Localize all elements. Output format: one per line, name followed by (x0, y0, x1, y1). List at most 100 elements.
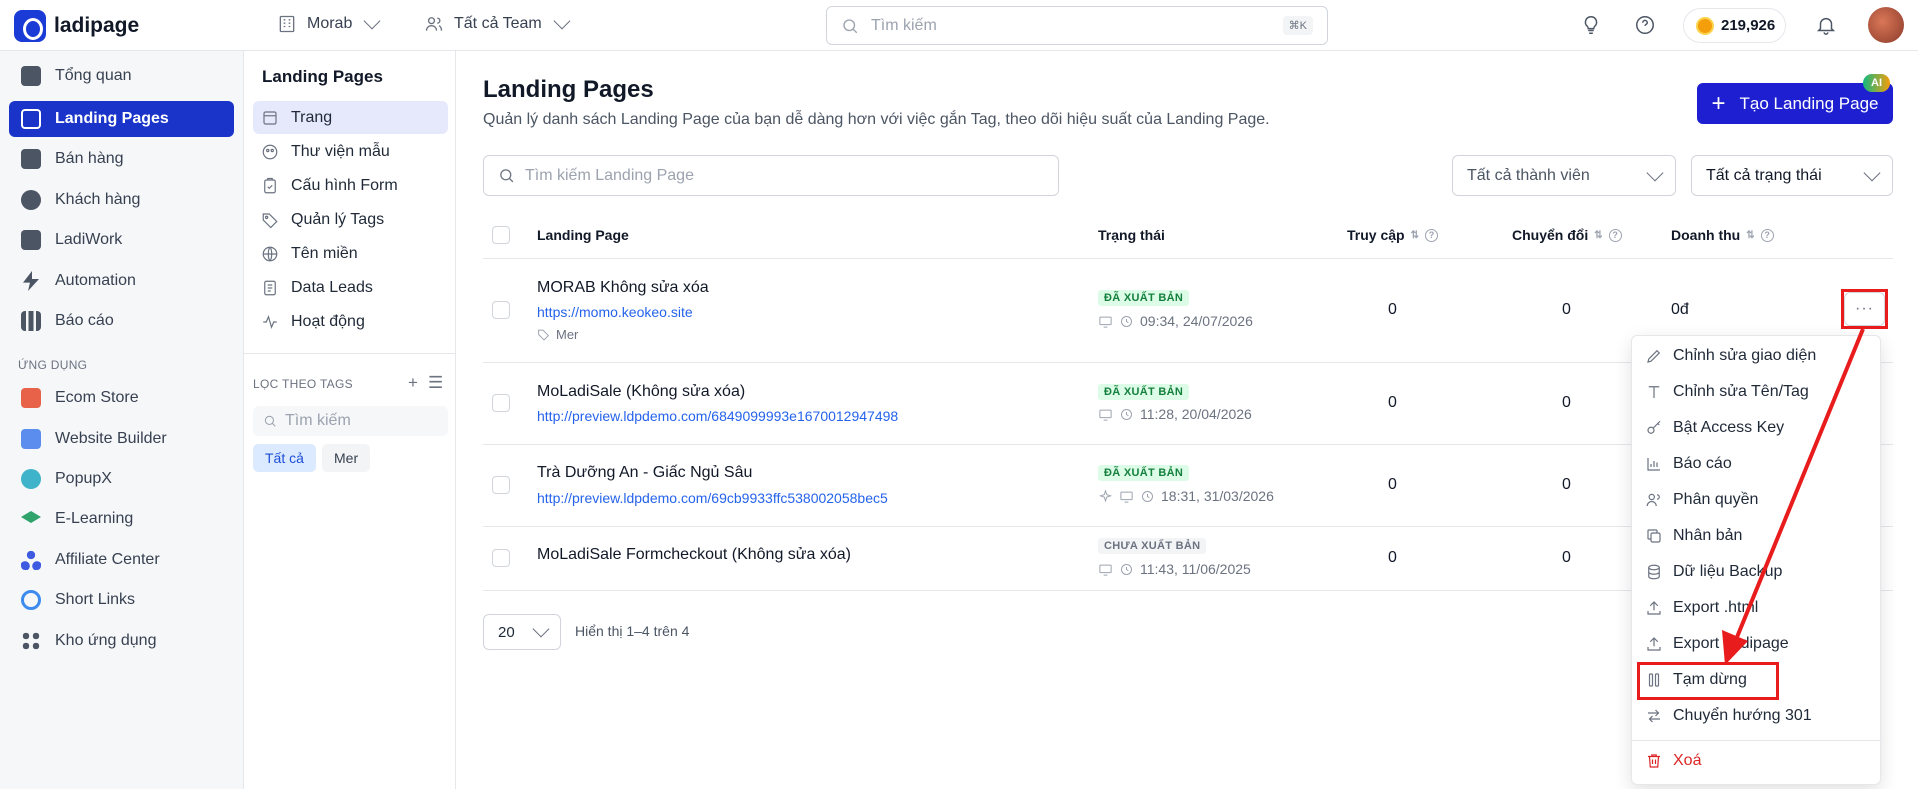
page-description: Quản lý danh sách Landing Page của bạn d… (483, 111, 1270, 128)
logo[interactable]: ladipage (14, 10, 139, 42)
sidebar-item-automation[interactable]: Automation (9, 263, 234, 299)
help-button[interactable] (1634, 14, 1656, 36)
landing-page-url[interactable]: http://preview.ldpdemo.com/6849099993e16… (537, 408, 898, 424)
sidebar-item-reports[interactable]: Báo cáo (9, 303, 234, 339)
clock-icon (1121, 408, 1132, 420)
database-icon (1648, 564, 1660, 580)
clock-icon (1121, 315, 1132, 327)
sidebar-item-label: Landing Pages (55, 110, 169, 127)
subnav-divider (244, 353, 456, 354)
status-filter-select[interactable]: Tất cả trạng thái (1691, 155, 1893, 196)
subnav-item-templates[interactable]: Thư viện mẫu (253, 135, 448, 168)
activity-icon (263, 314, 277, 329)
create-landing-page-button[interactable]: + Tạo Landing Page (1697, 83, 1893, 124)
sidebar-app-website-builder[interactable]: Website Builder (9, 421, 234, 457)
sidebar-item-overview[interactable]: Tổng quan (9, 58, 234, 94)
page-size-select[interactable]: 20 (483, 614, 561, 650)
sidebar-item-label: Website Builder (55, 430, 167, 447)
tag-chip-mer[interactable]: Mer (322, 444, 371, 472)
row-actions-menu: Chỉnh sửa giao diện Chỉnh sửa Tên/Tag Bậ… (1631, 335, 1882, 785)
menu-item-report[interactable]: Báo cáo (1645, 455, 1732, 473)
sidebar-app-affiliate-center[interactable]: Affiliate Center (9, 542, 234, 578)
chevron-down-icon (1646, 164, 1664, 181)
desktop-icon (1099, 316, 1112, 328)
sidebar-item-ladiwork[interactable]: LadiWork (9, 222, 234, 258)
sidebar-app-short-links[interactable]: Short Links (9, 582, 234, 618)
apps-section-label: ỨNG DỤNG (18, 358, 88, 372)
select-all-checkbox[interactable] (492, 226, 510, 244)
tag-chip-all[interactable]: Tất cả (253, 444, 316, 472)
subnav-item-data-leads[interactable]: Data Leads (253, 271, 448, 304)
subnav-item-tags[interactable]: Quản lý Tags (253, 203, 448, 236)
landing-page-name[interactable]: Trà Dưỡng An - Giấc Ngủ Sâu (537, 464, 752, 482)
row-checkbox[interactable] (492, 301, 510, 319)
subnav-item-label: Thư viện mẫu (291, 142, 390, 160)
menu-item-access-key[interactable]: Bật Access Key (1645, 419, 1784, 437)
row-checkbox[interactable] (492, 549, 510, 567)
column-header-visits[interactable]: Truy cập ⇅? (1347, 227, 1438, 243)
column-header-conversions[interactable]: Chuyển đổi ⇅? (1512, 227, 1622, 243)
publish-time: 18:31, 31/03/2026 (1098, 488, 1274, 504)
landing-page-url[interactable]: https://momo.keokeo.site (537, 304, 693, 320)
sidebar-app-elearning[interactable]: E-Learning (9, 501, 234, 537)
add-tag-icon[interactable]: + (408, 373, 418, 393)
sidebar-item-sales[interactable]: Bán hàng (9, 141, 234, 177)
menu-item-delete[interactable]: Xoá (1645, 752, 1701, 770)
landing-page-name[interactable]: MORAB Không sửa xóa (537, 279, 709, 297)
landing-page-name[interactable]: MoLadiSale Formcheckout (Không sửa xóa) (537, 546, 851, 564)
subnav-item-activity[interactable]: Hoạt động (253, 305, 448, 338)
global-search-input[interactable]: Tìm kiếm ⌘K (826, 6, 1328, 45)
visits-value: 0 (1388, 549, 1397, 566)
search-icon (500, 169, 514, 183)
row-checkbox[interactable] (492, 476, 510, 494)
sidebar-app-popupx[interactable]: PopupX (9, 461, 234, 497)
subnav-item-form-config[interactable]: Cấu hình Form (253, 169, 448, 202)
users-icon (21, 190, 41, 210)
credits-badge[interactable]: 219,926 (1683, 8, 1786, 43)
subnav-item-domains[interactable]: Tên miền (253, 237, 448, 270)
subnav-item-pages[interactable]: Trang (253, 101, 448, 134)
menu-item-redirect-301[interactable]: Chuyển hướng 301 (1645, 707, 1812, 725)
search-icon (264, 415, 276, 427)
sliders-icon[interactable]: ☰ (428, 373, 443, 393)
menu-item-export-html[interactable]: Export .html (1645, 599, 1758, 617)
bolt-icon (23, 271, 39, 291)
sidebar-item-customers[interactable]: Khách hàng (9, 182, 234, 218)
workspace-name: Morab (307, 15, 353, 32)
app-root: { "brand":{"name":"ladipage","color":"#1… (0, 0, 1918, 789)
menu-item-edit-design[interactable]: Chỉnh sửa giao diện (1645, 347, 1816, 365)
idea-button[interactable] (1580, 14, 1602, 36)
menu-item-export-ladipage[interactable]: Export .ladipage (1645, 635, 1789, 653)
menu-item-edit-name-tag[interactable]: Chỉnh sửa Tên/Tag (1645, 383, 1809, 401)
team-selector[interactable]: Tất cả Team (424, 12, 571, 34)
user-avatar[interactable] (1868, 7, 1904, 43)
status-badge: CHƯA XUẤT BẢN (1098, 538, 1207, 554)
help-icon (1636, 16, 1654, 34)
revenue-value: 0đ (1671, 301, 1689, 318)
member-filter-select[interactable]: Tất cả thành viên (1452, 155, 1676, 196)
landing-page-tag: Mer (537, 327, 578, 342)
conversions-value: 0 (1562, 394, 1571, 411)
workspace-selector[interactable]: Morab (277, 12, 381, 34)
sidebar-app-ecom-store[interactable]: Ecom Store (9, 380, 234, 416)
menu-item-backup[interactable]: Dữ liệu Backup (1645, 563, 1782, 581)
tags-actions: + ☰ (408, 373, 443, 393)
column-header-revenue[interactable]: Doanh thu ⇅? (1671, 227, 1774, 243)
menu-item-permissions[interactable]: Phân quyền (1645, 491, 1758, 509)
tags-filter-heading: LỌC THEO TAGS (253, 377, 353, 391)
sidebar-item-landing-pages[interactable]: Landing Pages (9, 101, 234, 137)
sidebar-app-store[interactable]: Kho ứng dụng (9, 623, 234, 659)
publish-time-value: 09:34, 24/07/2026 (1140, 313, 1253, 329)
publish-time-value: 11:28, 20/04/2026 (1140, 406, 1252, 422)
sidebar-item-label: E-Learning (55, 510, 134, 527)
column-label: Doanh thu (1671, 227, 1741, 243)
tag-search-input[interactable]: Tìm kiếm (253, 406, 448, 436)
row-checkbox[interactable] (492, 394, 510, 412)
notifications-button[interactable] (1815, 14, 1837, 36)
landing-page-name[interactable]: MoLadiSale (Không sửa xóa) (537, 383, 745, 401)
landing-page-search-input[interactable]: Tìm kiếm Landing Page (483, 155, 1059, 196)
landing-page-url[interactable]: http://preview.ldpdemo.com/69cb9933ffc53… (537, 490, 888, 506)
menu-item-duplicate[interactable]: Nhân bản (1645, 527, 1742, 545)
permission-icon (1646, 493, 1660, 507)
link-icon (21, 590, 41, 610)
